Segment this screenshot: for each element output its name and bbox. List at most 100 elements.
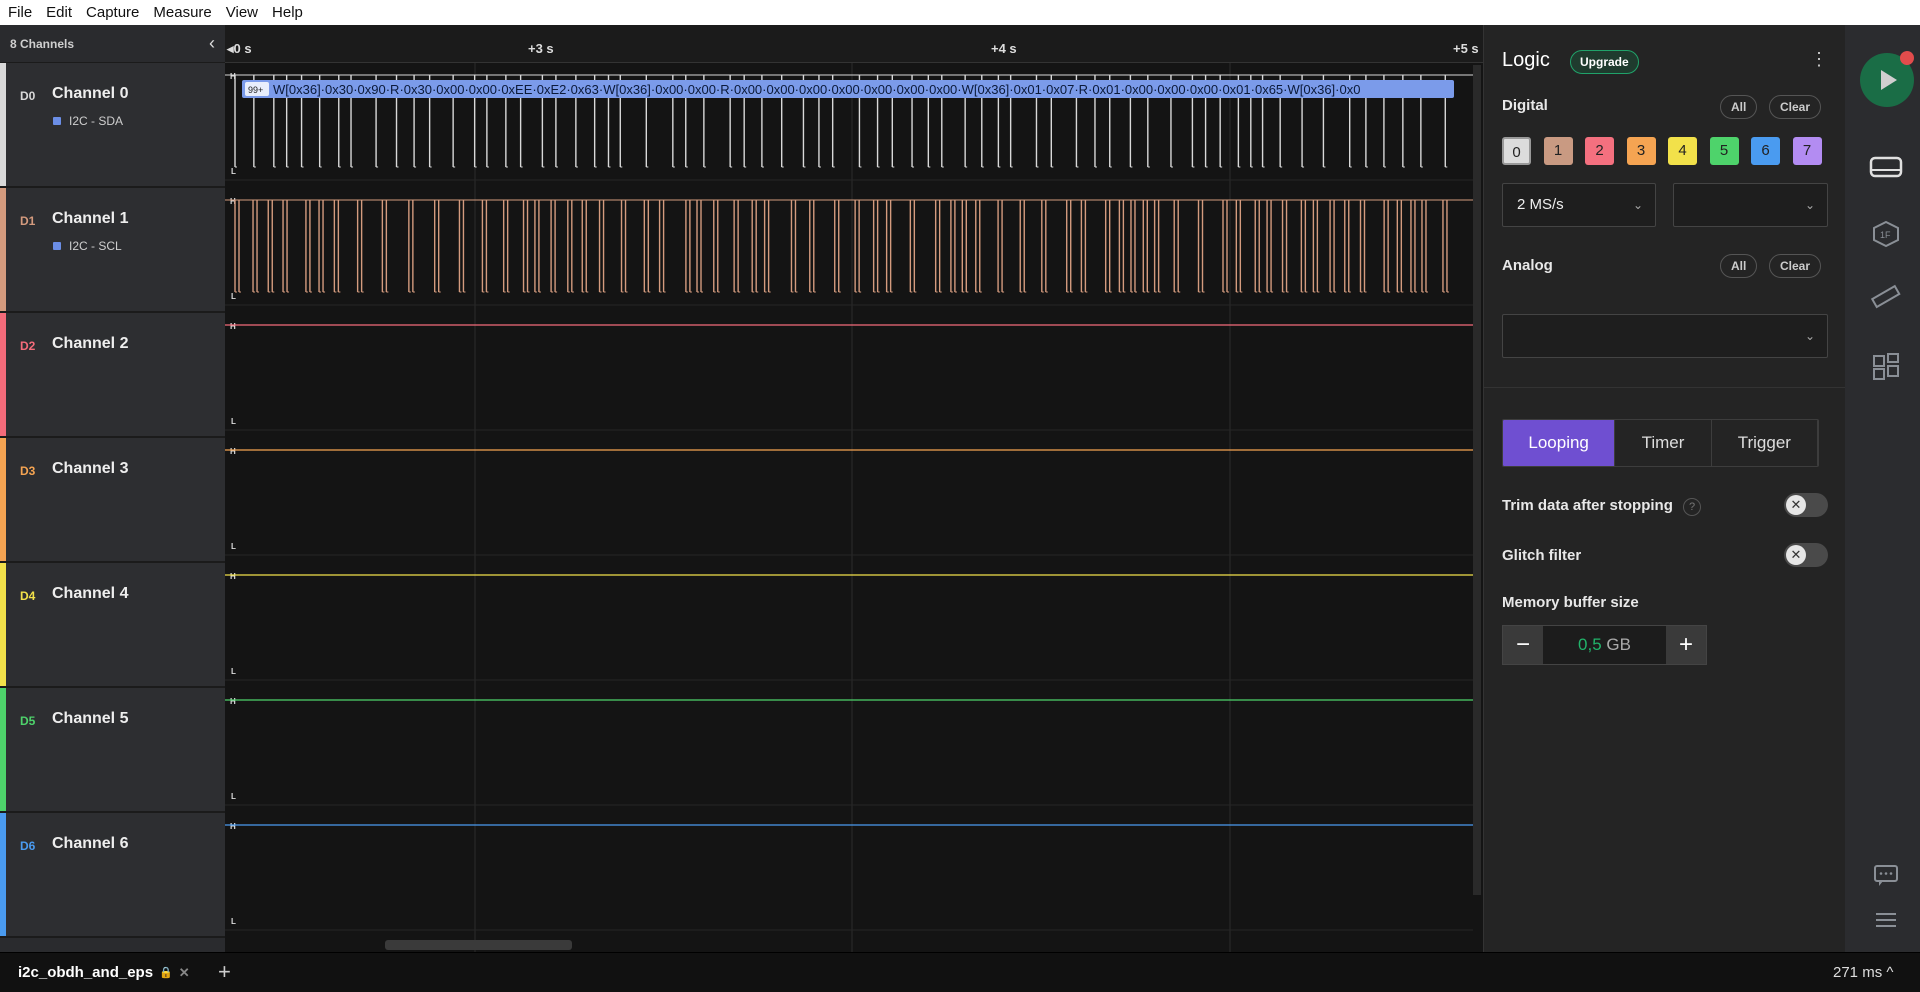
digital-clear-button[interactable]: Clear <box>1769 95 1822 119</box>
collapse-panel-icon[interactable]: ‹ <box>209 33 215 54</box>
help-icon[interactable]: ? <box>1683 498 1702 516</box>
menu-icon[interactable] <box>1869 910 1903 938</box>
digital-channel-chip-3[interactable]: 3 <box>1626 137 1656 165</box>
channel-name[interactable]: Channel 6 <box>52 835 128 853</box>
channel-color-bar <box>0 438 6 561</box>
menu-capture[interactable]: Capture <box>79 0 146 25</box>
channel-name[interactable]: Channel 3 <box>52 460 128 478</box>
voltage-select[interactable]: ⌄ <box>1673 183 1828 227</box>
channel-panel-header: 8 Channels ‹ <box>0 25 225 63</box>
channel-name[interactable]: Channel 5 <box>52 710 128 728</box>
high-level-label: H <box>230 822 236 831</box>
new-tab-button[interactable]: + <box>218 959 231 985</box>
session-tab[interactable]: i2c_obdh_and_eps 🔒 ✕ <box>18 964 190 981</box>
decrease-button[interactable]: − <box>1503 626 1543 664</box>
analog-label: Analog <box>1502 257 1553 274</box>
channel-name[interactable]: Channel 4 <box>52 585 128 603</box>
digital-all-button[interactable]: All <box>1720 95 1758 119</box>
channel-row-6[interactable]: D6 Channel 6 <box>0 813 225 938</box>
channel-color-bar <box>0 563 6 686</box>
channel-row-5[interactable]: D5 Channel 5 <box>0 688 225 813</box>
menu-bar: File Edit Capture Measure View Help <box>0 0 1920 25</box>
menu-edit[interactable]: Edit <box>39 0 79 25</box>
digital-channel-chip-2[interactable]: 2 <box>1585 137 1614 165</box>
memory-buffer-stepper: − 0,5 GB + <box>1502 625 1707 665</box>
channel-panel: 8 Channels ‹ D0 Channel 0 I2C - SDA D1 Chann… <box>0 25 225 952</box>
low-level-label: L <box>231 792 236 801</box>
analyzers-icon[interactable]: 1F <box>1869 220 1903 248</box>
glitch-filter-label: Glitch filter <box>1502 547 1582 564</box>
timeline-ruler[interactable]: ◂0 s +3 s +4 s +5 s <box>225 25 1483 63</box>
channel-code: D6 <box>20 839 36 853</box>
low-level-label: L <box>231 917 236 926</box>
measurements-icon[interactable] <box>1869 283 1903 311</box>
channel-analyzer[interactable]: I2C - SDA <box>53 114 123 128</box>
toggle-off-icon: ✕ <box>1786 545 1806 565</box>
chevron-down-icon: ⌄ <box>1632 198 1643 212</box>
channel-row-0[interactable]: D0 Channel 0 I2C - SDA <box>0 63 225 188</box>
channel-color-bar <box>0 313 6 436</box>
trim-data-label: Trim data after stopping ? <box>1502 497 1702 516</box>
analog-clear-button[interactable]: Clear <box>1769 254 1822 278</box>
chevron-down-icon: ⌄ <box>1804 198 1815 212</box>
digital-label: Digital <box>1502 97 1548 114</box>
device-settings-icon[interactable] <box>1869 155 1903 183</box>
low-level-label: L <box>231 417 236 426</box>
vertical-scrollbar[interactable] <box>1473 65 1481 895</box>
channel-code: D3 <box>20 464 36 478</box>
channel-color-bar <box>0 688 6 811</box>
chevron-down-icon: ⌄ <box>1804 329 1815 343</box>
session-tab-label: i2c_obdh_and_eps <box>18 964 154 981</box>
digital-channel-chip-0[interactable]: 0 <box>1502 137 1531 165</box>
more-options-icon[interactable]: ⋮ <box>1810 49 1828 70</box>
mode-tab-timer[interactable]: Timer <box>1615 420 1712 466</box>
sample-rate-select[interactable]: 2 MS/s ⌄ <box>1502 183 1656 227</box>
menu-view[interactable]: View <box>219 0 265 25</box>
digital-channel-chip-7[interactable]: 7 <box>1792 137 1822 165</box>
digital-channel-chip-4[interactable]: 4 <box>1668 137 1697 165</box>
memory-buffer-value[interactable]: 0,5 GB <box>1543 626 1666 664</box>
channel-row-2[interactable]: D2 Channel 2 <box>0 313 225 438</box>
waveform-view[interactable]: ◂0 s +3 s +4 s +5 s H L H L H L H L H L H L H L 99+ W[0… <box>225 25 1483 952</box>
analyzer-color-icon <box>53 242 61 250</box>
digital-channel-chip-6[interactable]: 6 <box>1751 137 1780 165</box>
menu-file[interactable]: File <box>0 0 39 25</box>
glitch-filter-toggle[interactable]: ✕ <box>1784 543 1828 567</box>
channel-row-3[interactable]: D3 Channel 3 <box>0 438 225 563</box>
high-level-label: H <box>230 697 236 706</box>
lock-icon: 🔒 <box>159 967 173 979</box>
digital-channel-chip-1[interactable]: 1 <box>1543 137 1573 165</box>
menu-help[interactable]: Help <box>265 0 310 25</box>
mode-tab-trigger[interactable]: Trigger <box>1712 420 1818 466</box>
menu-measure[interactable]: Measure <box>146 0 218 25</box>
waveform-traces[interactable]: HLHLHLHLHLHLHL99+ W[0x36]·0x30·0x90·R·0x3… <box>225 63 1473 952</box>
analog-rate-select[interactable]: ⌄ <box>1502 314 1828 358</box>
channel-analyzer[interactable]: I2C - SCL <box>53 239 122 253</box>
decode-count: 99+ <box>248 85 263 95</box>
upgrade-button[interactable]: Upgrade <box>1570 50 1639 74</box>
digital-channel-chip-5[interactable]: 5 <box>1709 137 1739 165</box>
mode-tab-looping[interactable]: Looping <box>1503 420 1616 466</box>
channel-row-1[interactable]: D1 Channel 1 I2C - SCL <box>0 188 225 313</box>
channel-name[interactable]: Channel 1 <box>52 210 128 228</box>
analyzer-color-icon <box>53 117 61 125</box>
channel-color-bar <box>0 188 6 311</box>
memory-buffer-label: Memory buffer size <box>1502 594 1639 611</box>
channel-row-4[interactable]: D4 Channel 4 <box>0 563 225 688</box>
analog-all-button[interactable]: All <box>1720 254 1758 278</box>
high-level-label: H <box>230 322 236 331</box>
trim-data-toggle[interactable]: ✕ <box>1784 493 1828 517</box>
horizontal-scrollbar[interactable] <box>385 940 572 950</box>
channel-code: D4 <box>20 589 36 603</box>
channel-1-trace <box>225 199 1473 293</box>
extensions-icon[interactable] <box>1869 353 1903 381</box>
device-settings-panel: Logic Upgrade ⋮ Digital All Clear 012345… <box>1483 25 1846 952</box>
feedback-icon[interactable] <box>1869 861 1903 889</box>
channel-name[interactable]: Channel 0 <box>52 85 128 103</box>
close-tab-icon[interactable]: ✕ <box>179 965 190 981</box>
decode-text: W[0x36]·0x30·0x90·R·0x30·0x00·0x00·0xEE·… <box>273 82 1360 97</box>
increase-button[interactable]: + <box>1666 626 1706 664</box>
tick-0s: ◂0 s <box>227 41 252 56</box>
channel-name[interactable]: Channel 2 <box>52 335 128 353</box>
high-level-label: H <box>230 572 236 581</box>
